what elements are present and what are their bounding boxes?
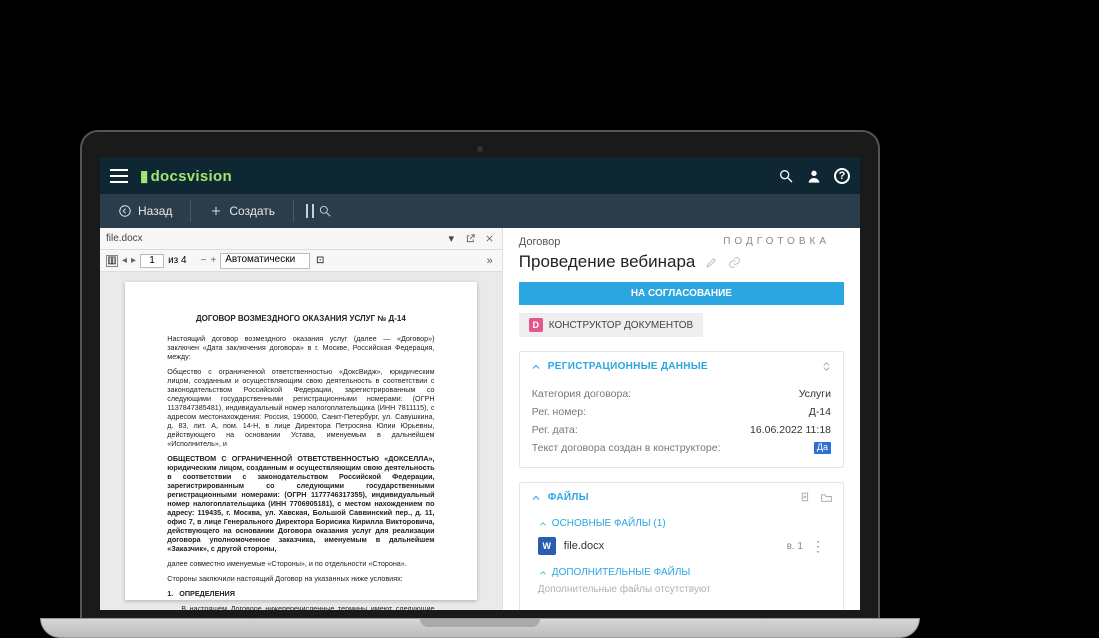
folder-icon[interactable] [820, 491, 833, 504]
chevron-up-icon [530, 361, 542, 373]
chevron-up-icon [538, 519, 548, 529]
page-nav: ▥ ◂ ▸ из 4 − + Автоматически ⊡ » [100, 250, 502, 272]
file-name: file.docx [564, 540, 779, 552]
document-scroll[interactable]: ДОГОВОР ВОЗМЕЗДНОГО ОКАЗАНИЯ УСЛУГ № Д-1… [100, 272, 502, 610]
help-icon[interactable]: ? [834, 168, 850, 184]
reg-number: Д-14 [809, 406, 831, 418]
sort-icon[interactable] [820, 360, 833, 373]
send-approval-button[interactable]: НА СОГЛАСОВАНИЕ [519, 282, 844, 305]
viewer-filename: file.docx [106, 233, 439, 244]
file-row[interactable]: W file.docx в. 1 ⋮ [532, 531, 831, 561]
presentation-icon[interactable]: ⊡ [314, 255, 326, 267]
user-icon[interactable] [806, 168, 822, 184]
reg-created: Да [814, 442, 831, 454]
chevron-up-icon [530, 492, 542, 504]
registration-header[interactable]: РЕГИСТРАЦИОННЫЕ ДАННЫЕ [520, 352, 843, 381]
expand-tools-icon[interactable]: » [484, 255, 496, 267]
next-page-icon[interactable]: ▸ [131, 255, 136, 266]
constructor-icon: D [529, 318, 543, 332]
page-total: из 4 [168, 255, 187, 266]
brand-logo: ▮docsvision [140, 167, 232, 185]
toolbar: Назад Создать [100, 194, 860, 228]
back-arrow-icon [118, 204, 132, 218]
plus-icon [209, 204, 223, 218]
registration-card: РЕГИСТРАЦИОННЫЕ ДАННЫЕ Категория договор… [519, 351, 844, 468]
constructor-button[interactable]: D КОНСТРУКТОР ДОКУМЕНТОВ [519, 313, 703, 337]
prev-page-icon[interactable]: ◂ [122, 255, 127, 266]
doc-title: ДОГОВОР ВОЗМЕЗДНОГО ОКАЗАНИЯ УСЛУГ № Д-1… [167, 314, 434, 324]
file-version: в. 1 [787, 541, 803, 552]
files-extra-empty: Дополнительные файлы отсутствуют [532, 580, 831, 603]
link-icon[interactable] [728, 256, 741, 269]
zoom-out-icon[interactable]: − [201, 255, 207, 266]
open-external-icon[interactable] [464, 232, 477, 245]
document-page: ДОГОВОР ВОЗМЕЗДНОГО ОКАЗАНИЯ УСЛУГ № Д-1… [125, 282, 476, 600]
dropdown-icon[interactable]: ▾ [445, 232, 458, 245]
word-file-icon: W [538, 537, 556, 555]
toolbar-search-icon[interactable] [306, 204, 332, 218]
add-file-icon[interactable] [799, 491, 812, 504]
thumbnail-toggle-icon[interactable]: ▥ [106, 255, 118, 267]
page-title: Проведение вебинара [519, 252, 696, 272]
zoom-select[interactable]: Автоматически [220, 253, 310, 269]
file-menu-icon[interactable]: ⋮ [811, 538, 825, 555]
files-header[interactable]: ФАЙЛЫ [520, 483, 843, 512]
files-main-header[interactable]: ОСНОВНЫЕ ФАЙЛЫ (1) [532, 512, 831, 531]
edit-icon[interactable] [705, 256, 718, 269]
app-header: ▮docsvision ? [100, 158, 860, 194]
zoom-in-icon[interactable]: + [210, 255, 216, 266]
status-badge: ПОДГОТОВКА [723, 236, 830, 247]
back-button[interactable]: Назад [108, 200, 182, 222]
create-button[interactable]: Создать [199, 200, 285, 222]
viewer-header: file.docx ▾ [100, 228, 502, 250]
reg-category: Услуги [799, 388, 831, 400]
files-extra-header[interactable]: ДОПОЛНИТЕЛЬНЫЕ ФАЙЛЫ [532, 561, 831, 580]
page-input[interactable] [140, 254, 164, 268]
menu-icon[interactable] [110, 169, 128, 183]
files-card: ФАЙЛЫ ОСНОВНЫЕ ФАЙЛЫ (1) W [519, 482, 844, 610]
search-icon[interactable] [778, 168, 794, 184]
close-icon[interactable] [483, 232, 496, 245]
reg-date: 16.06.2022 11:18 [750, 424, 831, 436]
chevron-up-icon [538, 568, 548, 578]
